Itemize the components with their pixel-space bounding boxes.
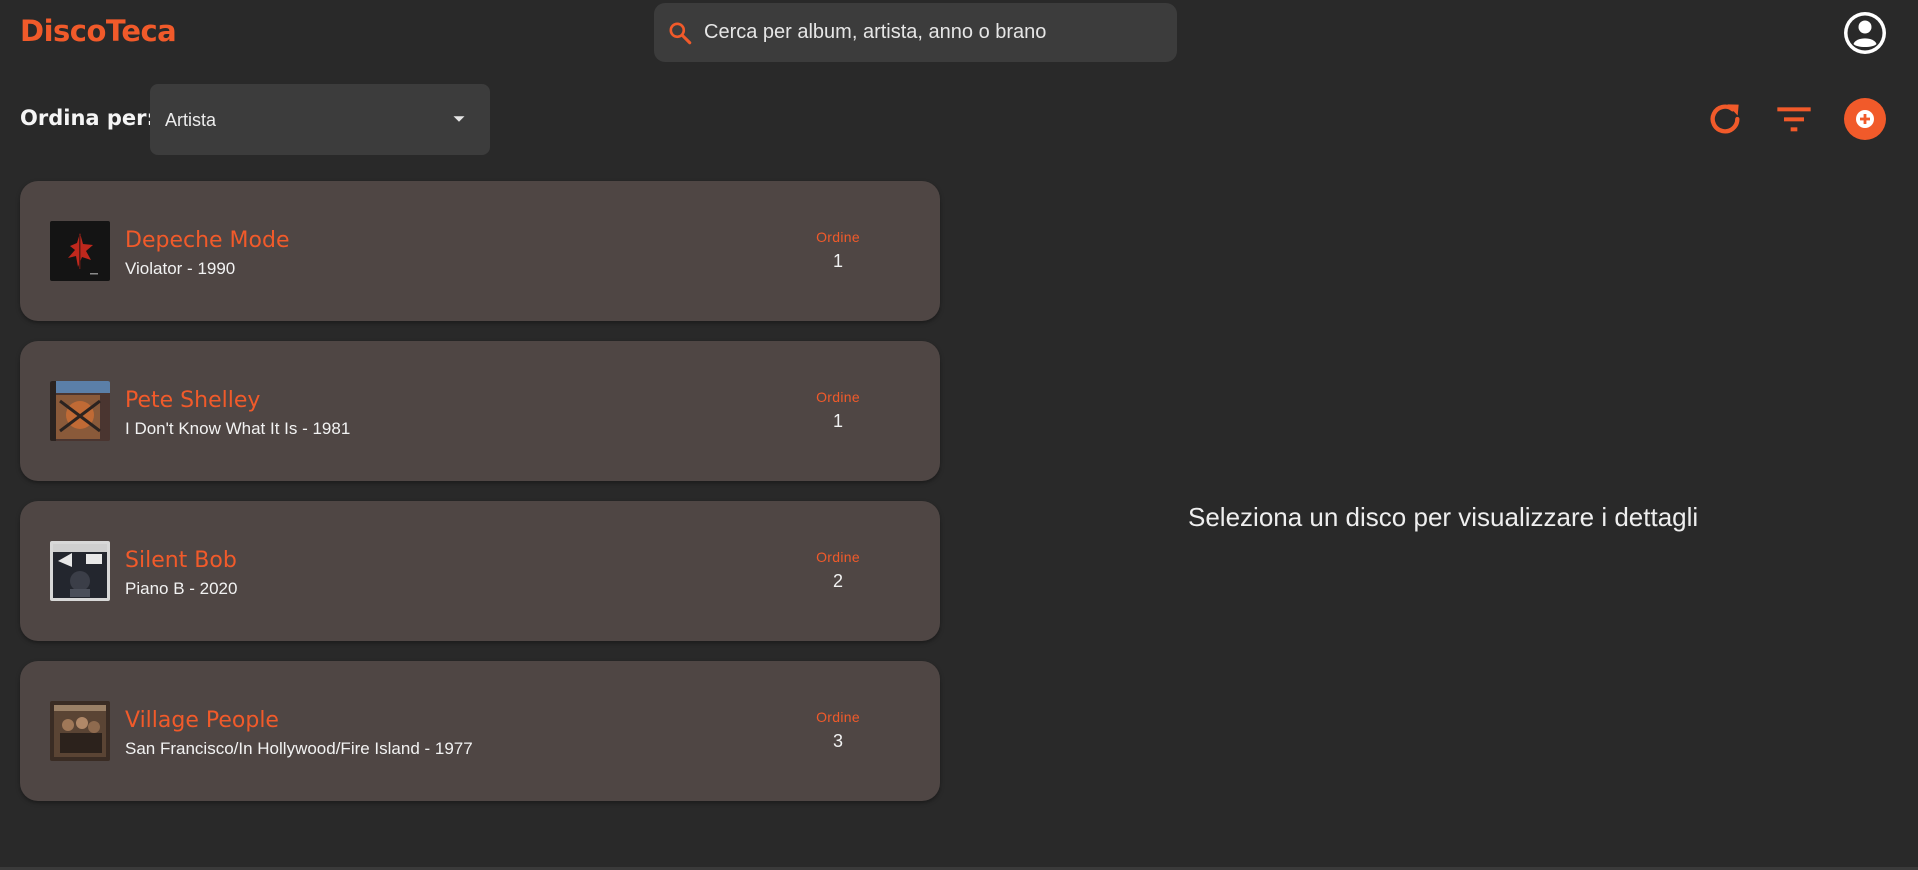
artist-name: Silent Bob — [125, 548, 237, 573]
add-circle-icon — [1844, 98, 1886, 140]
order-label: Ordine — [816, 389, 860, 405]
order-value: 1 — [832, 411, 844, 431]
album-cover — [50, 541, 110, 601]
artist-name: Depeche Mode — [125, 228, 290, 253]
order-value: 2 — [832, 571, 844, 591]
search-input[interactable] — [704, 12, 1177, 53]
order-value: 3 — [832, 731, 844, 751]
album-cover — [50, 221, 110, 281]
album-title: Violator - 1990 — [125, 259, 236, 278]
search-bar[interactable] — [654, 3, 1177, 62]
header: DiscoTeca — [0, 0, 1918, 66]
album-cover — [50, 381, 110, 441]
order-label: Ordine — [816, 549, 860, 565]
search-icon[interactable] — [664, 17, 696, 49]
sort-label: Ordina per: — [20, 106, 155, 130]
record-card[interactable]: Pete Shelley I Don't Know What It Is - 1… — [20, 341, 940, 481]
record-card[interactable]: Village People San Francisco/In Hollywoo… — [20, 661, 940, 801]
refresh-button[interactable] — [1703, 97, 1747, 141]
details-placeholder: Seleziona un disco per visualizzare i de… — [1188, 502, 1699, 532]
filter-button[interactable] — [1772, 97, 1816, 141]
album-title: San Francisco/In Hollywood/Fire Island -… — [125, 739, 473, 758]
app-root: DiscoTeca Ordina per: Artista — [0, 0, 1918, 870]
artist-name: Village People — [125, 708, 279, 733]
record-card[interactable]: Depeche Mode Violator - 1990 Ordine 1 — [20, 181, 940, 321]
filter-icon — [1777, 107, 1811, 132]
sort-select[interactable]: Artista — [150, 84, 490, 155]
account-circle-icon — [1844, 12, 1886, 54]
album-title: I Don't Know What It Is - 1981 — [125, 419, 351, 438]
order-value: 1 — [832, 251, 844, 271]
artist-name: Pete Shelley — [125, 388, 261, 413]
album-cover — [50, 701, 110, 761]
album-title: Piano B - 2020 — [125, 579, 238, 598]
order-label: Ordine — [816, 229, 860, 245]
account-button[interactable] — [1843, 11, 1887, 55]
sort-selected-value: Artista — [165, 110, 217, 130]
chevron-down-icon — [453, 116, 465, 122]
refresh-icon — [1710, 104, 1740, 134]
app-logo[interactable]: DiscoTeca — [20, 14, 177, 48]
add-record-button[interactable] — [1843, 97, 1887, 141]
order-label: Ordine — [816, 709, 860, 725]
record-card[interactable]: Silent Bob Piano B - 2020 Ordine 2 — [20, 501, 940, 641]
